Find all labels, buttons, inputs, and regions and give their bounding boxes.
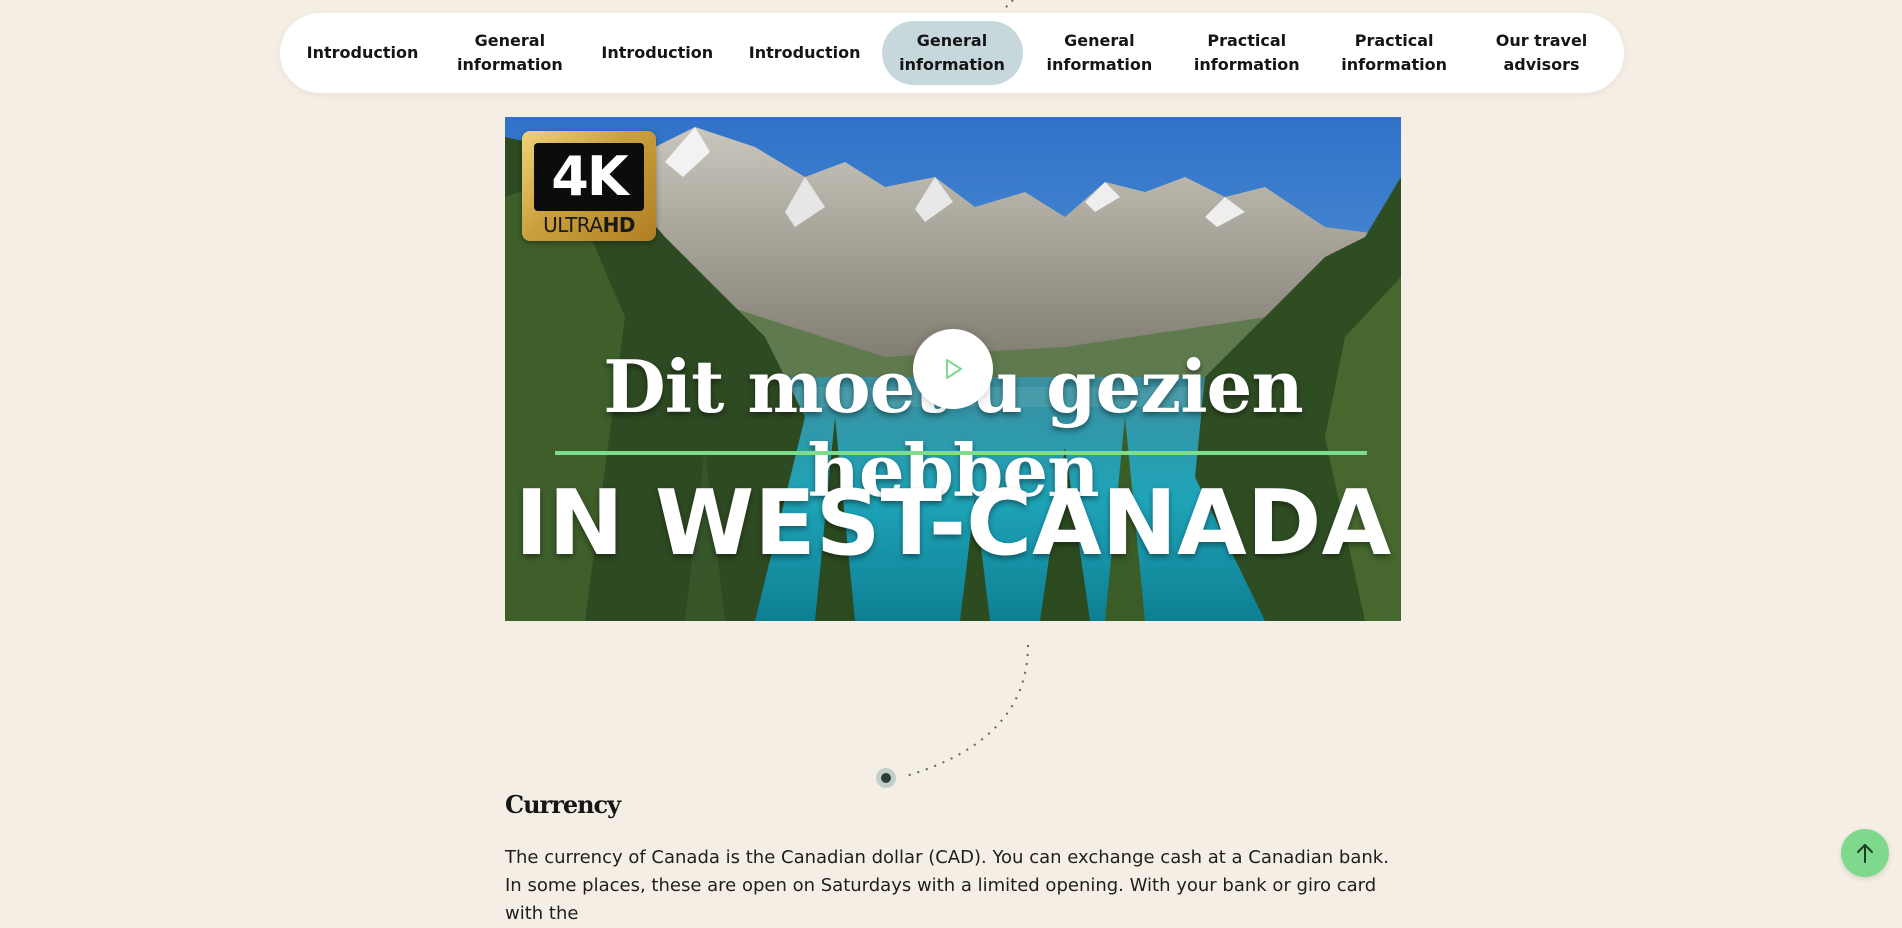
scroll-to-top-button[interactable]: [1841, 829, 1889, 877]
nav-item-label: Introduction: [601, 43, 714, 62]
badge-ultra-hd-text: ULTRAHD: [522, 213, 656, 237]
section-title-currency: Currency: [505, 790, 621, 819]
badge-4k-text: 4K: [534, 143, 644, 211]
timeline-dot: [876, 768, 896, 788]
4k-ultra-hd-badge: 4K ULTRAHD: [522, 131, 656, 241]
nav-item-label: General information: [457, 31, 563, 74]
nav-item-practical-information-2[interactable]: Practical information: [1324, 21, 1465, 85]
nav-item-label: Introduction: [306, 43, 419, 62]
video-player[interactable]: 4K ULTRAHD Dit moet u gezien hebben IN W…: [505, 117, 1401, 621]
badge-hd-text: HD: [602, 213, 636, 237]
arrow-up-icon: [1857, 844, 1873, 863]
section-body-text: The currency of Canada is the Canadian d…: [505, 847, 1389, 924]
nav-item-label: Our travel advisors: [1495, 31, 1588, 74]
nav-item-label: Introduction: [748, 43, 861, 62]
badge-ultra-text: ULTRA: [543, 213, 603, 237]
nav-item-label: Practical information: [1341, 31, 1447, 74]
section-nav: Introduction General information Introdu…: [280, 13, 1624, 93]
play-icon: [946, 359, 962, 379]
nav-item-general-information-1[interactable]: General information: [439, 21, 580, 85]
nav-item-introduction-2[interactable]: Introduction: [587, 21, 728, 85]
headline-divider: [555, 451, 1367, 455]
nav-item-label: General information: [899, 31, 1005, 74]
video-headline-line-2: IN WEST-CANADA: [514, 471, 1392, 576]
nav-item-label: Practical information: [1193, 31, 1300, 74]
nav-item-label: General information: [1046, 31, 1153, 74]
nav-item-general-information-3[interactable]: General information: [1029, 21, 1170, 85]
nav-item-practical-information-1[interactable]: Practical information: [1176, 21, 1317, 85]
nav-item-our-travel-advisors[interactable]: Our travel advisors: [1471, 21, 1612, 85]
play-button[interactable]: [913, 329, 993, 409]
nav-item-general-information-2-active[interactable]: General information: [881, 21, 1023, 85]
nav-item-introduction-3[interactable]: Introduction: [734, 21, 875, 85]
nav-item-introduction-1[interactable]: Introduction: [292, 21, 433, 85]
